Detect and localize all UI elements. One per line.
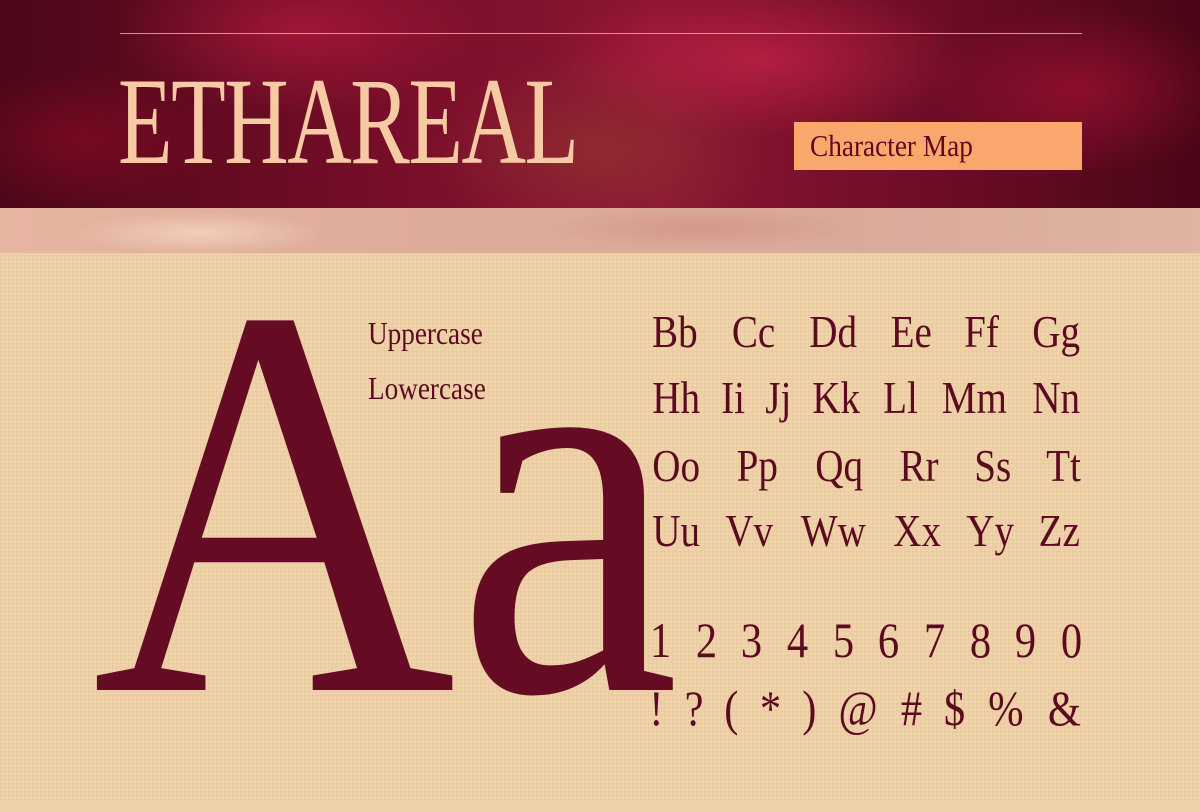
glyph-pair: Ee	[890, 306, 932, 357]
glyph-pair: Mm	[941, 372, 1007, 423]
symbol-glyph: (	[724, 680, 739, 736]
glyph-pair: Jj	[764, 372, 792, 423]
symbol-glyph: #	[901, 680, 923, 736]
glyph-pair: Gg	[1031, 306, 1080, 357]
glyph-pair: Nn	[1031, 372, 1080, 423]
glyph-row-2: Hh Ii Jj Kk Ll Mm Nn	[648, 372, 1084, 424]
glyph-row-3: Oo Pp Qq Rr Ss Tt	[648, 440, 1084, 492]
numeral-glyph: 0	[1060, 612, 1083, 668]
glyph-pair: Tt	[1046, 440, 1081, 491]
glyph-pair: Ss	[973, 440, 1011, 491]
glyph-pair: Yy	[966, 505, 1015, 556]
character-map-label: Character Map	[810, 128, 973, 163]
symbol-glyph: %	[988, 680, 1024, 736]
glyph-pair: Oo	[652, 440, 701, 491]
symbol-glyph: !	[649, 680, 664, 736]
glyph-pair: Ii	[721, 372, 746, 423]
glyph-pair: Qq	[814, 440, 863, 491]
glyph-pair: Kk	[812, 372, 861, 423]
numeral-glyph: 1	[649, 612, 672, 668]
glyph-pair: Pp	[736, 440, 779, 491]
symbol-glyph: ?	[684, 680, 704, 736]
glyph-pair: Ll	[882, 372, 918, 423]
glyph-pair: Xx	[892, 505, 941, 556]
numeral-glyph: 4	[786, 612, 809, 668]
numeral-glyph: 9	[1015, 612, 1037, 668]
glyph-pair: Zz	[1039, 505, 1081, 556]
big-specimen-letters: Aa	[92, 192, 680, 812]
glyph-row-1: Bb Cc Dd Ee Ff Gg	[648, 306, 1084, 358]
symbols-row: ! ? ( * ) @ # $ % &	[648, 680, 1084, 736]
glyph-pair: Rr	[899, 440, 939, 491]
glyph-pair: Uu	[652, 505, 701, 556]
numeral-glyph: 3	[741, 612, 763, 668]
symbol-glyph: *	[759, 680, 781, 736]
numeral-glyph: 8	[969, 612, 991, 668]
glyph-pair: Hh	[652, 372, 701, 423]
character-map-badge: Character Map	[794, 122, 1082, 170]
header-banner: ETHAREAL Character Map	[0, 0, 1200, 208]
numeral-glyph: 5	[832, 612, 854, 668]
glyph-row-4: Uu Vv Ww Xx Yy Zz	[648, 505, 1084, 557]
glyph-pair: Dd	[808, 306, 857, 357]
numerals-row: 1 2 3 4 5 6 7 8 9 0	[648, 612, 1084, 668]
top-divider	[120, 33, 1082, 34]
glyph-pair: Bb	[652, 306, 698, 357]
glyph-pair: Cc	[731, 306, 775, 357]
glyph-pair: Vv	[725, 505, 774, 556]
font-title: ETHAREAL	[118, 53, 579, 190]
numeral-glyph: 6	[878, 612, 900, 668]
glyph-pair: Ff	[964, 306, 999, 357]
glyph-pair: Ww	[800, 505, 866, 556]
symbol-glyph: $	[944, 680, 966, 736]
symbol-glyph: &	[1047, 680, 1082, 736]
uppercase-label: Uppercase	[368, 315, 483, 351]
symbol-glyph: @	[838, 680, 878, 736]
numeral-glyph: 7	[923, 612, 946, 668]
numeral-glyph: 2	[695, 612, 717, 668]
lowercase-label: Lowercase	[368, 370, 486, 406]
symbol-glyph: )	[801, 680, 816, 736]
